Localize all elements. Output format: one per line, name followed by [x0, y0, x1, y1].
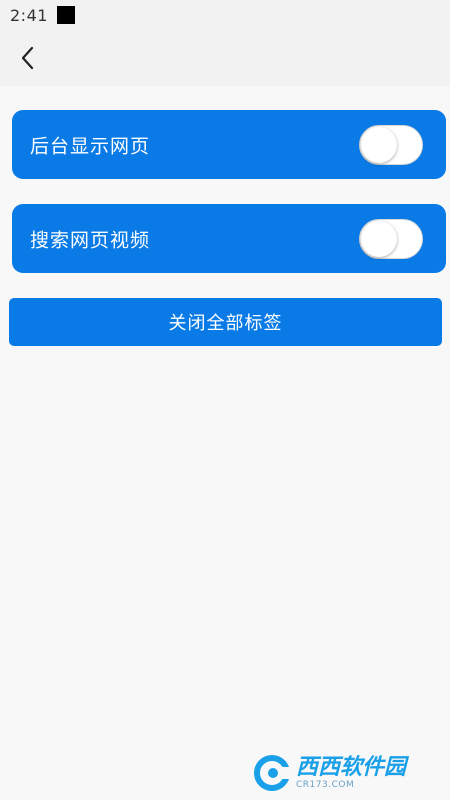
status-time: 2:41 — [10, 5, 48, 25]
watermark-title: 西西软件园 — [296, 754, 407, 780]
chevron-left-icon — [21, 46, 34, 70]
toggle-knob — [361, 126, 397, 163]
watermark: 西西软件园 CR173.COM — [252, 752, 432, 794]
toggle-knob — [361, 220, 397, 257]
status-bar: 2:41 — [0, 0, 450, 30]
screen: 2:41 后台显示网页 搜索网页视频 关闭全部标签 西西软件园 CR173.CO… — [0, 0, 450, 800]
watermark-domain: CR173.COM — [296, 779, 355, 790]
back-button[interactable] — [8, 38, 48, 78]
setting-background-display: 后台显示网页 — [12, 110, 446, 179]
toolbar — [0, 30, 450, 86]
setting-label: 搜索网页视频 — [30, 229, 151, 251]
setting-search-video: 搜索网页视频 — [12, 204, 446, 273]
search-video-toggle[interactable] — [359, 218, 423, 259]
watermark-text: 西西软件园 CR173.COM — [296, 754, 407, 790]
setting-label: 后台显示网页 — [30, 135, 151, 157]
close-all-tabs-button[interactable]: 关闭全部标签 — [9, 298, 442, 346]
notification-icon — [56, 6, 75, 24]
background-display-toggle[interactable] — [359, 124, 423, 165]
watermark-logo — [252, 753, 296, 793]
